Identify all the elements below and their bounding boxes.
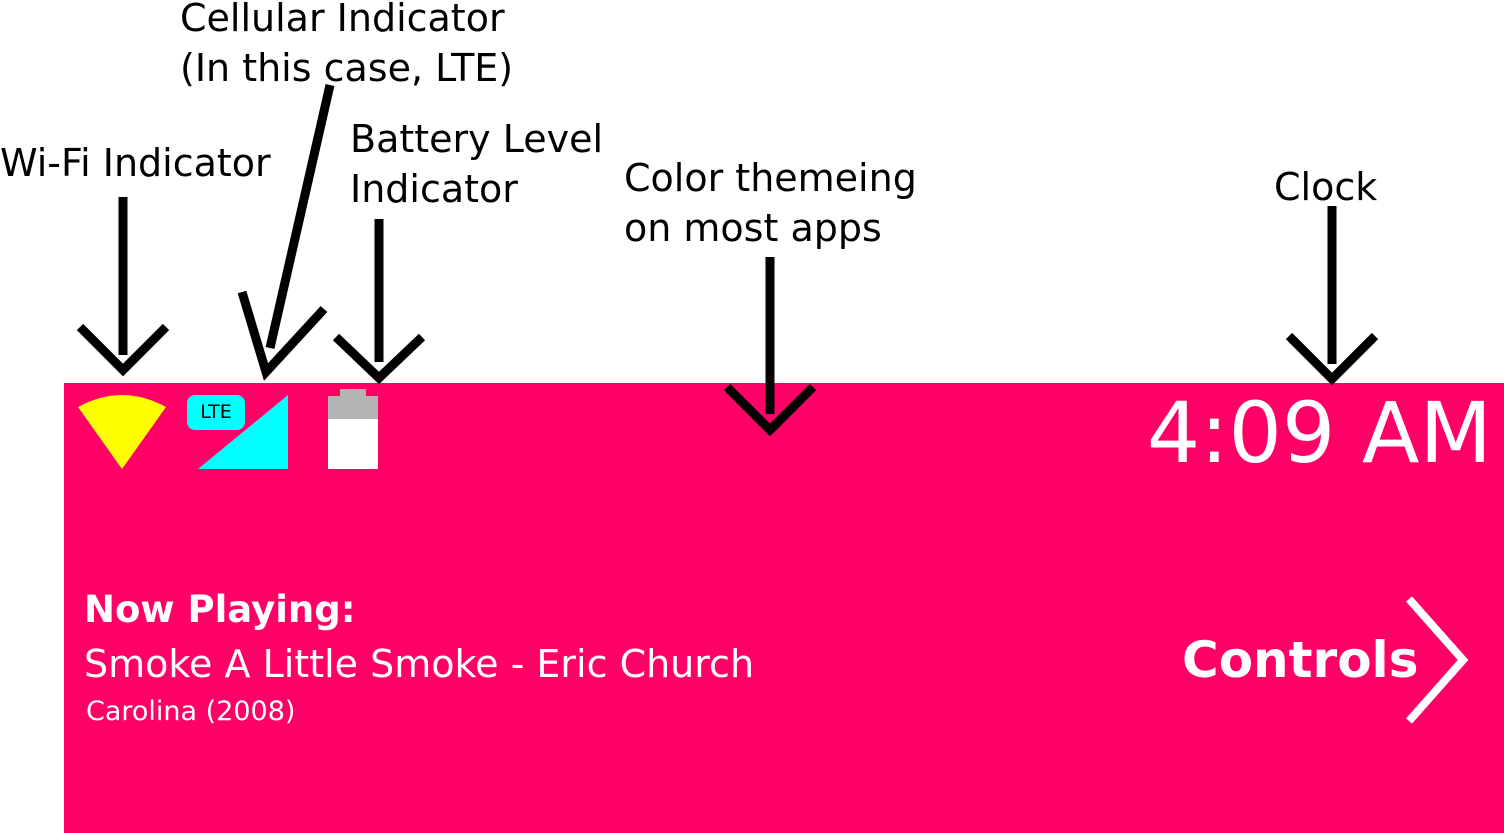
chevron-right-icon	[1406, 596, 1469, 724]
wifi-indicator-annotation: Wi-Fi Indicator	[0, 138, 271, 188]
color-theme-annotation: Color themeing on most apps	[624, 153, 917, 253]
annotation-text: on most apps	[624, 206, 882, 250]
clock-arrow	[1285, 206, 1379, 386]
annotation-text: Wi-Fi Indicator	[0, 141, 271, 185]
wifi-arrow	[76, 197, 170, 377]
now-playing-label: Now Playing:	[84, 588, 356, 631]
annotation-text: Color themeing	[624, 156, 917, 200]
controls-button[interactable]: Controls	[1179, 595, 1479, 725]
cellular-signal-icon	[198, 395, 288, 469]
annotation-text: Indicator	[350, 167, 518, 211]
now-playing-album: Carolina (2008)	[86, 696, 296, 727]
wifi-icon	[78, 395, 166, 469]
clock-annotation: Clock	[1274, 162, 1377, 212]
controls-label: Controls	[1182, 631, 1419, 689]
battery-indicator-annotation: Battery Level Indicator	[350, 114, 603, 214]
battery-icon	[328, 389, 378, 469]
annotation-text: Cellular Indicator	[180, 0, 505, 40]
annotation-text: Clock	[1274, 165, 1378, 209]
cellular-arrow	[237, 83, 335, 381]
cellular-indicator-annotation: Cellular Indicator (In this case, LTE)	[180, 0, 513, 93]
now-playing-track[interactable]: Smoke A Little Smoke - Eric Church	[84, 639, 754, 689]
annotation-text: (In this case, LTE)	[180, 46, 514, 90]
clock: 4:09 AM	[1146, 384, 1492, 482]
battery-arrow	[332, 219, 426, 385]
themed-panel: LTE 4:09 AM Now Playing: Smoke A Little …	[64, 383, 1504, 833]
annotation-text: Battery Level	[350, 117, 604, 161]
